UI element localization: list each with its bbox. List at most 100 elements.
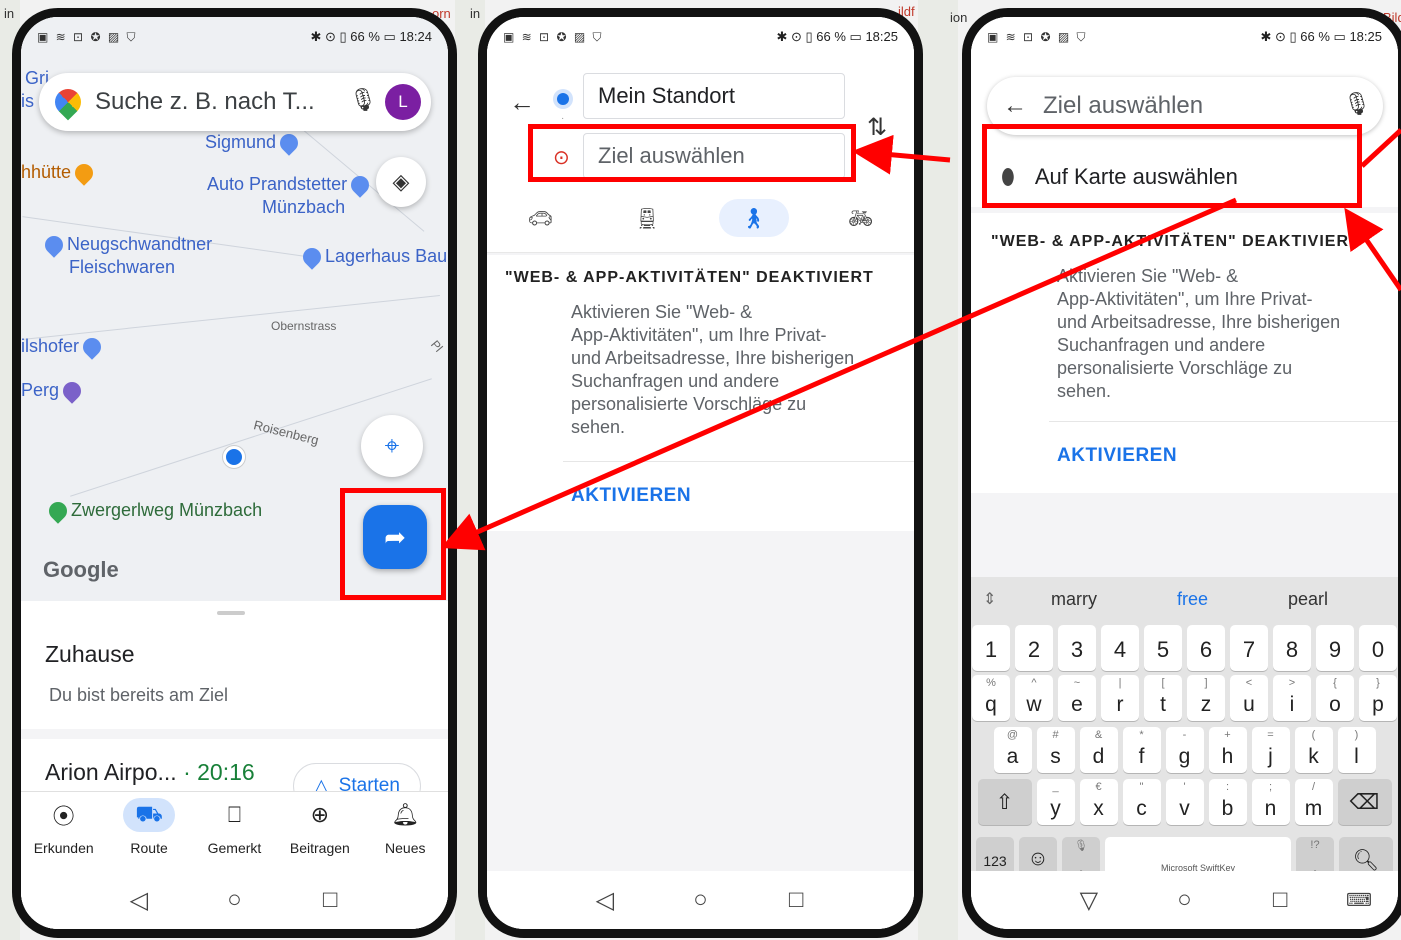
letter-key[interactable]: (k <box>1294 727 1333 773</box>
letter-key[interactable]: _ y <box>1036 779 1075 825</box>
back-nav-icon[interactable]: ▽ <box>1074 886 1104 915</box>
origin-field[interactable]: Mein Standort <box>583 73 845 119</box>
number-key[interactable]: 7 <box>1230 625 1268 671</box>
letter-key[interactable]: {o <box>1316 675 1354 721</box>
my-location-button[interactable]: ⌖ <box>361 415 423 477</box>
number-key[interactable]: 6 <box>1187 625 1225 671</box>
back-arrow-icon[interactable]: ← <box>1003 92 1027 120</box>
key-symbol: { <box>1333 677 1337 689</box>
recents-nav-icon[interactable]: □ <box>1265 886 1295 914</box>
microphone-icon[interactable]: 🎙︎ <box>1343 91 1371 121</box>
keyboard-toggle-icon[interactable]: ⌨ <box>1344 890 1374 911</box>
number-key[interactable]: 5 <box>1144 625 1182 671</box>
number-key[interactable]: 0 <box>1359 625 1397 671</box>
letter-key[interactable]: + h <box>1208 727 1247 773</box>
letter-key[interactable]: ' v <box>1165 779 1204 825</box>
letter-key[interactable]: = j <box>1251 727 1290 773</box>
activate-button[interactable]: AKTIVIEREN <box>1057 445 1177 467</box>
letter-key[interactable]: € x <box>1079 779 1118 825</box>
key-symbol: € <box>1095 781 1102 793</box>
map-poi-auto-prandstetter[interactable]: Auto Prandstetter Münzbach <box>207 172 373 219</box>
backspace-key[interactable]: ⌫ <box>1337 779 1392 825</box>
back-nav-icon[interactable]: ◁ <box>590 886 620 915</box>
suggestion[interactable]: pearl <box>1288 589 1328 610</box>
tab-gemerkt[interactable]: ⎕ Gemerkt <box>194 798 274 856</box>
mode-car-icon[interactable]: 🚗︎ <box>505 199 575 237</box>
suggestion[interactable]: marry <box>1051 589 1097 610</box>
letter-key[interactable]: -g <box>1165 727 1204 773</box>
layers-button[interactable]: ◈ <box>376 157 426 207</box>
map-poi-sigmund[interactable]: Sigmund <box>205 130 302 156</box>
home-subtitle: Du bist bereits am Ziel <box>49 685 229 705</box>
key-symbol: ; <box>1268 781 1273 793</box>
map-poi-zwergerlweg[interactable]: Zwergerlweg Münzbach <box>45 498 262 524</box>
screen: Gri... is Sigmund hhütte Auto Prandstett… <box>21 17 448 929</box>
map-poi-perg[interactable]: Perg <box>21 378 85 404</box>
battery-level: 66 % <box>816 29 846 44</box>
letter-key[interactable]: / m <box>1294 779 1333 825</box>
sheet-handle[interactable] <box>217 611 245 615</box>
letter-key[interactable]: ; n <box>1251 779 1290 825</box>
home-card[interactable]: Zuhause Du bist bereits am Ziel <box>21 601 448 729</box>
key-symbol: } <box>1376 677 1380 689</box>
tab-erkunden[interactable]: ⦿ Erkunden <box>24 798 104 856</box>
map-poi-huette[interactable]: hhütte <box>21 160 97 186</box>
letter-key[interactable]: ~ e <box>1058 675 1096 721</box>
back-arrow-icon[interactable]: ← <box>509 87 535 118</box>
mode-bike-icon[interactable]: 🚲︎ <box>826 199 896 237</box>
letter-key[interactable]: :b <box>1208 779 1247 825</box>
letter-key[interactable]: @ a <box>993 727 1032 773</box>
number-key[interactable]: 9 <box>1316 625 1354 671</box>
bg-fragment: in <box>4 6 15 21</box>
mode-walk-icon[interactable]: 🚶︎ <box>718 199 789 237</box>
search-bar[interactable]: Suche z. B. nach T... 🎙︎ L <box>39 73 431 131</box>
tab-neues[interactable]: 🔔︎ Neues <box>365 798 445 856</box>
recents-nav-icon[interactable]: □ <box>781 886 811 914</box>
poi-label: Lagerhaus Bau <box>325 246 448 266</box>
backspace-icon: ⌫ <box>1349 791 1380 814</box>
letter-key[interactable]: % q <box>972 675 1010 721</box>
home-nav-icon[interactable]: ○ <box>219 886 249 914</box>
letter-key[interactable]: * f <box>1122 727 1161 773</box>
number-key[interactable]: 8 <box>1273 625 1311 671</box>
number-key[interactable]: 2 <box>1015 625 1053 671</box>
home-nav-icon[interactable]: ○ <box>1169 886 1199 914</box>
microphone-icon[interactable]: 🎙︎ <box>349 87 377 117</box>
letter-key[interactable]: < u <box>1230 675 1268 721</box>
letter-key[interactable]: | r <box>1101 675 1139 721</box>
expand-suggestions-icon[interactable]: ⇕ <box>983 589 996 609</box>
number-key[interactable]: 3 <box>1058 625 1096 671</box>
tab-beitragen[interactable]: ⊕ Beitragen <box>280 798 360 856</box>
number-key[interactable]: 1 <box>972 625 1010 671</box>
tab-route[interactable]: ⛟ Route <box>109 798 189 856</box>
letter-key[interactable]: " c <box>1122 779 1161 825</box>
poi-label: Perg <box>21 380 60 400</box>
key-symbol: " <box>1139 781 1144 793</box>
map-poi-neugschwandtner[interactable]: Neugschwandtner Fleischwaren <box>41 232 212 279</box>
avatar[interactable]: L <box>385 84 421 120</box>
home-nav-icon[interactable]: ○ <box>685 886 715 914</box>
swap-icon[interactable]: ⇅ <box>867 113 887 142</box>
activate-button[interactable]: AKTIVIEREN <box>571 485 691 507</box>
map-poi-lagerhaus[interactable]: Lagerhaus Bau <box>299 244 448 270</box>
mode-transit-icon[interactable]: 🚆︎ <box>612 199 682 237</box>
letter-key[interactable]: ) l <box>1337 727 1376 773</box>
suggestion[interactable]: free <box>1177 589 1208 610</box>
key-label: v <box>1179 797 1190 820</box>
tutorial-collage: in orn in ildf ion Bild Gri... is Sigmun… <box>0 0 1401 940</box>
letter-key[interactable]: ^ w <box>1015 675 1053 721</box>
letter-key[interactable]: } p <box>1359 675 1397 721</box>
key-label: u <box>1243 693 1255 716</box>
letter-key[interactable]: [t <box>1144 675 1182 721</box>
back-nav-icon[interactable]: ◁ <box>124 886 154 915</box>
notice-line: Aktivieren Sie "Web- & <box>571 302 753 322</box>
search-placeholder: Suche z. B. nach T... <box>95 88 315 115</box>
letter-key[interactable]: # s <box>1036 727 1075 773</box>
map-poi-ilshofer[interactable]: ilshofer <box>21 334 105 360</box>
letter-key[interactable]: > i <box>1273 675 1311 721</box>
letter-key[interactable]: ] z <box>1187 675 1225 721</box>
shift-key[interactable]: ⇧ <box>977 779 1032 825</box>
number-key[interactable]: 4 <box>1101 625 1139 671</box>
letter-key[interactable]: & d <box>1079 727 1118 773</box>
recents-nav-icon[interactable]: □ <box>315 886 345 914</box>
